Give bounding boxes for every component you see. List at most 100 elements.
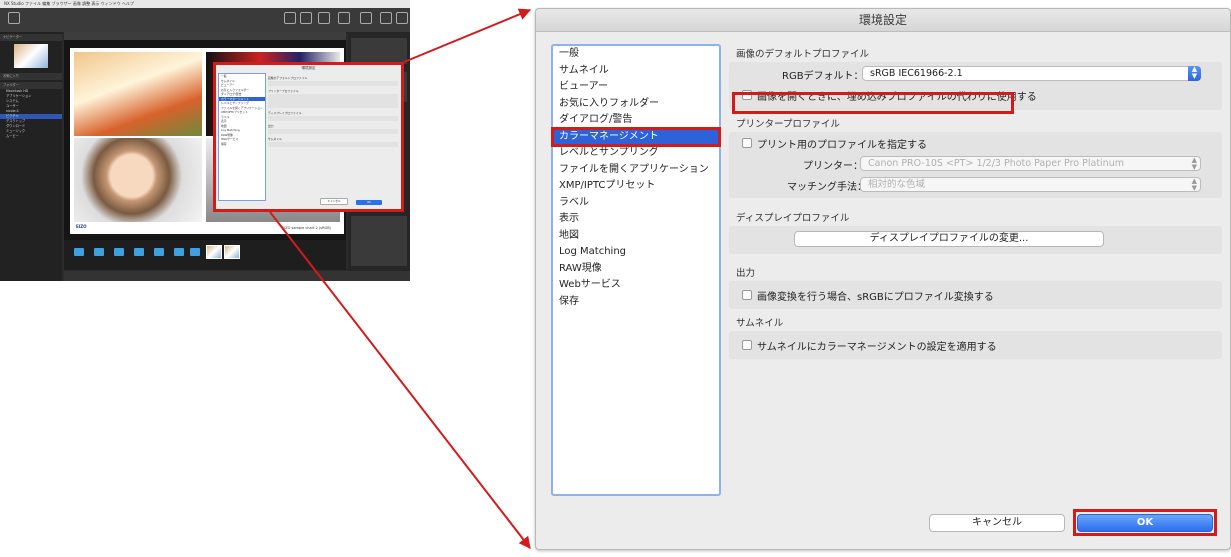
popup-arrows-icon: ▲ ▼ xyxy=(1191,177,1197,192)
matching-method-label: マッチング手法： xyxy=(787,182,867,193)
category-color-management[interactable]: カラーマネージメント xyxy=(551,126,721,147)
category-dialog-warnings[interactable]: ダイアログ/警告 xyxy=(553,112,719,129)
matching-method-value: 相対的な色域 xyxy=(868,179,926,190)
category-viewer[interactable]: ビューアー xyxy=(553,79,719,96)
category-levels-sampling[interactable]: レベルとサンプリング xyxy=(553,145,719,162)
mini-settings-box xyxy=(268,116,398,121)
folder-icon[interactable] xyxy=(74,248,84,256)
mini-settings-box xyxy=(268,81,398,86)
rgb-default-value: sRGB IEC61966-2.1 xyxy=(870,68,963,79)
filmstrip xyxy=(64,240,346,270)
thumbnail-section-title: サムネイル xyxy=(736,318,784,329)
viewer-toolbar xyxy=(64,32,346,40)
rgb-default-label: RGBデフォルト： xyxy=(782,71,864,82)
color-management-settings: 画像のデフォルトプロファイル RGBデフォルト： sRGB IEC61966-2… xyxy=(729,44,1222,504)
folder-icon[interactable] xyxy=(154,248,164,256)
category-general[interactable]: 一般 xyxy=(553,46,719,63)
mini-section-title: 画像のデフォルトプロファイル xyxy=(268,76,308,80)
category-favorite-folders[interactable]: お気に入りフォルダー xyxy=(553,96,719,113)
app-toolbar xyxy=(0,8,410,33)
printer-select[interactable]: Canon PRO-10S <PT> 1/2/3 Photo Paper Pro… xyxy=(860,156,1201,171)
mini-cancel-button: キャンセル xyxy=(320,198,348,205)
display-profile-section-title: ディスプレイプロファイル xyxy=(736,213,850,224)
apply-cm-to-thumbnails-checkbox[interactable] xyxy=(742,340,752,350)
folder-icon[interactable] xyxy=(134,248,144,256)
highlight-embedded-checkbox xyxy=(732,92,1014,114)
folder-icon[interactable] xyxy=(190,248,200,256)
convert-to-srgb-label[interactable]: 画像変換を行う場合、sRGBにプロファイル変換する xyxy=(757,288,994,303)
category-map[interactable]: 地図 xyxy=(553,228,719,245)
app-menubar: NX Studio ファイル 編集 ブラウザー 画像 調整 表示 ウィンドウ ヘ… xyxy=(0,0,410,8)
toolbar-icon[interactable] xyxy=(318,12,330,24)
mini-section-title: 出力 xyxy=(268,124,274,128)
category-open-with-apps[interactable]: ファイルを開くアプリケーション xyxy=(553,162,719,179)
folder-icon[interactable] xyxy=(174,248,184,256)
printer-profile-section: プリント用のプロファイルを指定する プリンター： Canon PRO-10S <… xyxy=(729,132,1222,198)
toolbar-icon[interactable] xyxy=(360,12,372,24)
sidebar-section-navigator[interactable]: ナビゲーター xyxy=(0,34,62,41)
category-log-matching[interactable]: Log Matching xyxy=(553,244,719,261)
printer-label: プリンター： xyxy=(803,161,863,172)
mini-settings-box xyxy=(268,94,398,108)
category-raw-processing[interactable]: RAW現像 xyxy=(553,261,719,278)
category-thumbnail[interactable]: サムネイル xyxy=(553,63,719,80)
mini-category-list: 一般 サムネイル ビューアー お気に入りフォルダー ダイアログ/警告 カラーマネ… xyxy=(218,73,266,201)
navigator-preview xyxy=(14,44,48,68)
mini-ok-button: OK xyxy=(356,200,382,205)
mini-section-title: サムネイル xyxy=(268,137,282,141)
preferences-dialog-preview: 環境設定 一般 サムネイル ビューアー お気に入りフォルダー ダイアログ/警告 … xyxy=(213,62,404,212)
convert-to-srgb-checkbox[interactable] xyxy=(742,290,752,300)
apply-cm-to-thumbnails-label[interactable]: サムネイルにカラーマネージメントの設定を適用する xyxy=(757,338,997,353)
callout-arrow-top xyxy=(403,8,532,63)
toolbar-icon[interactable] xyxy=(284,12,296,24)
folder-row[interactable]: ムービー xyxy=(0,134,62,139)
folder-icon[interactable] xyxy=(114,248,124,256)
preferences-dialog: 環境設定 一般 サムネイル ビューアー お気に入りフォルダー ダイアログ/警告 … xyxy=(535,8,1231,550)
category-list: 一般 サムネイル ビューアー お気に入りフォルダー ダイアログ/警告 カラーマネ… xyxy=(551,44,721,496)
filmstrip-thumbnail[interactable] xyxy=(224,245,240,259)
output-section-title: 出力 xyxy=(736,268,756,279)
display-profile-section: ディスプレイプロファイルの変更... xyxy=(729,226,1222,254)
mini-section-title: ディスプレイプロファイル xyxy=(268,111,302,115)
mini-category-item: 保存 xyxy=(221,141,227,146)
popup-arrows-icon: ▲ ▼ xyxy=(1191,156,1197,171)
breakfast-photo xyxy=(74,52,202,136)
specify-print-profile-checkbox[interactable] xyxy=(742,138,752,148)
cancel-button[interactable]: キャンセル xyxy=(929,514,1065,532)
mini-settings-box xyxy=(268,129,398,134)
mini-section-title: プリンタープロファイル xyxy=(268,89,299,93)
category-display[interactable]: 表示 xyxy=(553,211,719,228)
output-section: 画像変換を行う場合、sRGBにプロファイル変換する xyxy=(729,281,1222,309)
category-save[interactable]: 保存 xyxy=(553,294,719,311)
toolbar-icon[interactable] xyxy=(396,12,408,24)
toolbar-icon[interactable] xyxy=(338,12,350,24)
matching-method-select[interactable]: 相対的な色域 ▲ ▼ xyxy=(860,177,1201,192)
mini-dialog-title: 環境設定 xyxy=(301,66,316,70)
highlight-ok-button xyxy=(1073,509,1217,536)
specify-print-profile-label[interactable]: プリント用のプロファイルを指定する xyxy=(757,136,927,151)
popup-arrows-icon: ▲ ▼ xyxy=(1188,66,1201,81)
printer-profile-section-title: プリンタープロファイル xyxy=(736,119,840,130)
mini-settings-box xyxy=(268,142,398,147)
sidebar-section-favorites[interactable]: お気に入り xyxy=(0,73,62,80)
category-web-services[interactable]: Webサービス xyxy=(553,277,719,294)
rgb-default-select[interactable]: sRGB IEC61966-2.1 ▲ ▼ xyxy=(862,66,1201,81)
category-xmp-iptc-presets[interactable]: XMP/IPTCプリセット xyxy=(553,178,719,195)
eizo-logo: EIZO xyxy=(76,224,87,229)
toolbar-icon[interactable] xyxy=(300,12,312,24)
toolbar-icon[interactable] xyxy=(380,12,392,24)
app-screenshot-thumbnail: NX Studio ファイル 編集 ブラウザー 画像 調整 表示 ウィンドウ ヘ… xyxy=(0,0,410,281)
thumbnail-section: サムネイルにカラーマネージメントの設定を適用する xyxy=(729,331,1222,359)
mini-settings-pane: 画像のデフォルトプロファイル プリンタープロファイル ディスプレイプロファイル … xyxy=(268,73,398,147)
sheet-caption: EIZO sample chart 2 (sRGB) xyxy=(282,226,331,230)
filmstrip-thumbnail[interactable] xyxy=(206,245,222,259)
change-display-profile-button[interactable]: ディスプレイプロファイルの変更... xyxy=(794,231,1104,247)
default-profile-section-title: 画像のデフォルトプロファイル xyxy=(736,49,870,60)
folder-icon[interactable] xyxy=(94,248,104,256)
sidebar-section-folders[interactable]: フォルダー xyxy=(0,82,62,89)
import-icon[interactable] xyxy=(8,12,20,24)
category-labels[interactable]: ラベル xyxy=(553,195,719,212)
app-statusbar xyxy=(64,271,410,281)
app-sidebar: ナビゲーター お気に入り フォルダー Macintosh HD アプリケーション… xyxy=(0,32,62,281)
child-portrait-photo xyxy=(74,138,202,222)
